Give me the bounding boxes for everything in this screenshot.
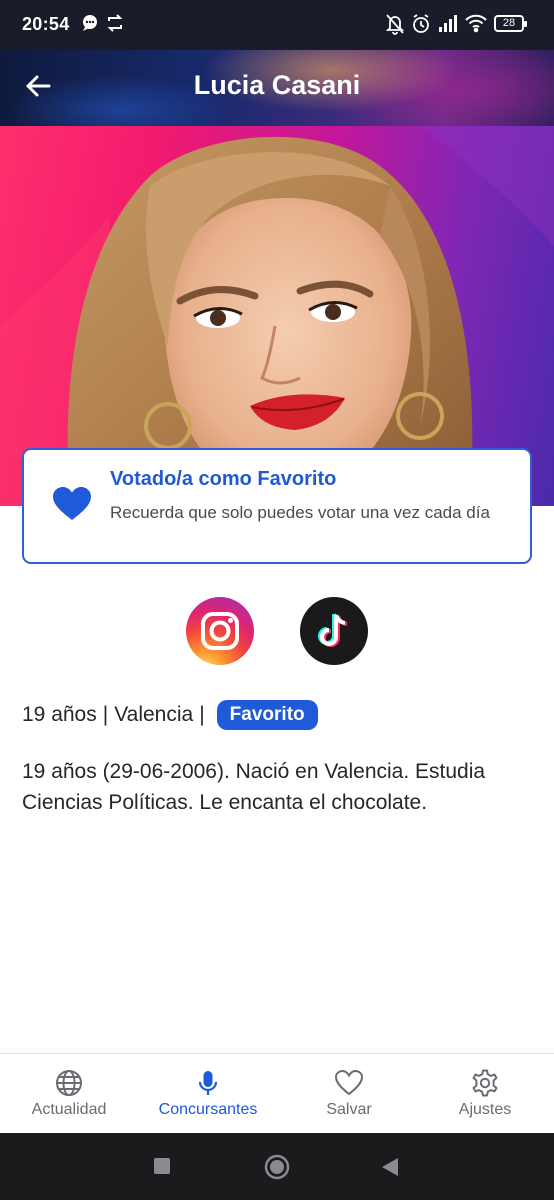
sync-icon [105,13,125,38]
recents-button[interactable] [154,1158,170,1179]
home-button[interactable] [263,1153,291,1186]
instagram-button[interactable] [186,597,254,665]
chat-bubble-icon [80,13,100,38]
favorite-badge: Favorito [216,700,318,730]
alarm-icon [411,13,431,40]
signal-icon [437,13,459,38]
tiktok-button[interactable] [300,597,368,665]
triangle-back-icon [380,1158,400,1181]
microphone-icon [193,1068,223,1103]
heart-outline-icon [334,1068,364,1103]
bell-off-icon [385,13,405,40]
nav-label-salvar: Salvar [326,1101,372,1118]
circle-icon [263,1154,291,1185]
page-title: Lucia Casani [193,70,361,100]
status-time: 20:54 [22,14,70,34]
nav-label-actualidad: Actualidad [31,1101,107,1118]
heart-filled-icon [52,486,92,527]
contestant-bio: 19 años (29-06-2006). Nació en Valencia.… [22,760,486,814]
nav-label-concursantes: Concursantes [158,1101,258,1118]
tiktok-icon [300,613,368,669]
battery-icon: 28 [494,15,527,32]
favorite-subtitle: Recuerda que solo puedes votar una vez c… [110,503,490,522]
separator: | [199,703,205,726]
gear-icon [470,1068,500,1103]
globe-icon [54,1068,84,1103]
city-text: Valencia [114,703,194,726]
system-navigation-bar [0,1133,554,1200]
contestant-info: 19 años | Valencia | Favorito [22,700,318,730]
status-bar: 20:54 28 [0,0,554,50]
favorite-vote-card: Votado/a como Favorito Recuerda que solo… [22,448,532,564]
favorite-title: Votado/a como Favorito [110,468,337,490]
wifi-icon [464,13,488,38]
nav-item-salvar[interactable]: Salvar [280,1054,418,1134]
nav-label-ajustes: Ajustes [458,1101,512,1118]
nav-item-concursantes[interactable]: Concursantes [139,1054,277,1134]
age-text: 19 años [22,703,97,726]
square-icon [154,1158,170,1178]
nav-item-ajustes[interactable]: Ajustes [416,1054,554,1134]
back-nav-button[interactable] [380,1157,400,1182]
bottom-navigation: Actualidad Concursantes Salvar Ajustes [0,1053,554,1134]
nav-item-actualidad[interactable]: Actualidad [0,1054,138,1134]
separator: | [102,703,109,726]
instagram-icon [186,612,254,669]
app-header: Lucia Casani [0,50,554,126]
